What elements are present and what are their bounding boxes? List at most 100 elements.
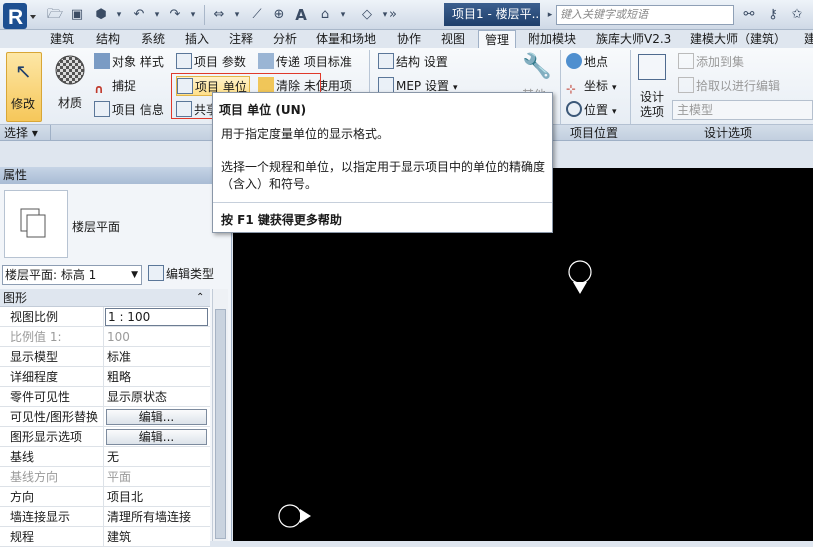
undo-icon[interactable]: ↶ [130,6,148,24]
scrollbar-thumb[interactable] [215,309,226,539]
mep-settings-label: MEP 设置 [396,79,449,93]
section-icon[interactable]: ◇ [358,6,376,24]
property-row[interactable]: 方向 项目北 [0,487,210,507]
elevation-marker[interactable] [568,260,592,294]
sync-icon[interactable]: ⬢ [92,6,110,24]
graphics-group-header[interactable]: 图形 ⌃ [0,289,210,307]
property-name: 基线方向 [0,467,104,487]
tab-systems[interactable]: 系统 [141,30,165,48]
pick-to-edit-icon [678,77,694,93]
property-row[interactable]: 基线方向 平面 [0,467,210,487]
object-styles-button[interactable]: 对象 样式 [94,52,164,72]
property-value[interactable]: 粗略 [104,367,210,387]
revit-app-icon[interactable]: R [2,2,38,30]
property-row[interactable]: 规程 建筑 [0,527,210,547]
tab-architecture[interactable]: 建筑 [50,30,74,48]
property-row[interactable]: 图形显示选项 编辑... [0,427,210,447]
property-row[interactable]: 比例值 1: 100 [0,327,210,347]
select-panel-label[interactable]: 选择 ▾ [4,125,38,141]
tab-view[interactable]: 视图 [441,30,465,48]
design-options-button[interactable]: 设计 选项 [636,52,668,122]
subscription-key-icon[interactable]: ⚷ [764,6,782,24]
modify-button[interactable]: ↖ 修改 [6,52,42,122]
property-row[interactable]: 显示模型 标准 [0,347,210,367]
location-button[interactable]: 地点 [566,52,608,72]
tooltip-description: 用于指定度量单位的显示格式。 [221,127,390,141]
pick-to-edit-button[interactable]: 拾取以进行编辑 [678,76,780,96]
dropdown-icon[interactable]: ▾ [110,6,128,24]
property-value-input[interactable]: 1 : 100 [105,308,208,326]
property-row[interactable]: 墙连接显示 清理所有墙连接 [0,507,210,527]
3d-dropdown-icon[interactable]: ▾ [334,6,352,24]
property-edit-button[interactable]: 编辑... [106,409,207,425]
tab-modeling-master[interactable]: 建模大师（建筑） [690,30,786,48]
properties-scrollbar[interactable] [212,289,228,541]
position-button[interactable]: 位置 ▾ [566,100,617,120]
tag-icon[interactable]: ⊕ [270,6,288,24]
property-row[interactable]: 详细程度 粗略 [0,367,210,387]
collapse-icon[interactable]: ⌃ [196,289,204,307]
add-to-set-label: 添加到集 [696,55,745,69]
location-label: 地点 [584,55,609,69]
measure-icon[interactable]: ⇔ [210,6,228,24]
additional-settings-button[interactable]: 🔧 其他 [516,52,554,102]
coordinates-button[interactable]: ⊹ 坐标 ▾ [566,76,617,96]
tab-add-ins[interactable]: 附加模块 [528,30,576,48]
more-tools-icon[interactable]: » [384,6,402,24]
add-to-set-icon [678,53,694,69]
tab-manage[interactable]: 管理 [478,30,517,48]
edit-type-button[interactable]: 编辑类型 [148,264,214,284]
tab-insert[interactable]: 插入 [185,30,209,48]
tooltip: 项目 单位 (UN) 用于指定度量单位的显示格式。 选择一个规程和单位，以指定用… [212,92,553,233]
property-row[interactable]: 零件可见性 显示原状态 [0,387,210,407]
property-row[interactable]: 视图比例 1 : 100 [0,307,210,327]
project-parameters-button[interactable]: 项目 参数 [176,52,246,72]
coordinates-label: 坐标 [584,79,609,93]
tab-massing-site[interactable]: 体量和场地 [316,30,376,48]
redo-icon[interactable]: ↷ [166,6,184,24]
tab-analyze[interactable]: 分析 [273,30,297,48]
property-value[interactable]: 标准 [104,347,210,367]
toolbar-separator [204,5,205,25]
type-selector[interactable]: 楼层平面: 标高 1 ▼ [2,265,142,285]
property-value[interactable]: 建筑 [104,527,210,547]
elevation-marker[interactable] [278,504,311,528]
measure-dropdown-icon[interactable]: ▾ [228,6,246,24]
tab-structure[interactable]: 结构 [96,30,120,48]
star-icon[interactable]: ✩ [788,6,806,24]
svg-text:R: R [8,6,23,29]
property-value[interactable]: 项目北 [104,487,210,507]
add-to-set-button[interactable]: 添加到集 [678,52,744,72]
property-value[interactable]: 显示原状态 [104,387,210,407]
tab-family-master[interactable]: 族库大师V2.3 [596,30,671,48]
snaps-button[interactable]: ∩ 捕捉 [94,76,136,96]
save-icon[interactable]: ▣ [68,6,86,24]
tab-overflow[interactable]: 建 [804,30,813,48]
pick-to-edit-label: 拾取以进行编辑 [696,79,781,93]
design-options-icon [638,54,666,80]
property-row[interactable]: 基线无 [0,447,210,467]
project-parameters-label: 项目 参数 [194,55,246,69]
transfer-standards-button[interactable]: 传递 项目标准 [258,52,352,72]
3d-view-icon[interactable]: ⌂ [316,6,334,24]
property-name: 方向 [0,487,104,507]
search-input[interactable]: 键入关键字或短语 [556,5,734,25]
undo-dropdown-icon[interactable]: ▾ [148,6,166,24]
property-value[interactable]: 清理所有墙连接 [104,507,210,527]
project-information-button[interactable]: 项目 信息 [94,100,164,120]
tab-collaborate[interactable]: 协作 [397,30,421,48]
chevron-down-icon: ▼ [131,270,138,280]
binoculars-icon[interactable]: ⚯ [740,6,758,24]
materials-button[interactable]: 材质 [52,52,88,122]
tab-annotate[interactable]: 注释 [229,30,253,48]
main-model-select[interactable]: 主模型 [672,100,813,120]
structural-settings-button[interactable]: 结构 设置 [378,52,448,72]
property-value[interactable]: 无 [104,447,210,467]
property-edit-button[interactable]: 编辑... [106,429,207,445]
text-icon[interactable]: A [292,6,310,24]
properties-table: 视图比例 1 : 100 比例值 1: 100 显示模型 标准 详细程度 粗略 零件可见性 显示原… [0,307,210,547]
redo-dropdown-icon[interactable]: ▾ [184,6,202,24]
property-row[interactable]: 可见性/图形替换 编辑... [0,407,210,427]
open-icon[interactable]: 🗁 [46,6,64,24]
dimension-icon[interactable]: ⟋ [248,6,266,24]
